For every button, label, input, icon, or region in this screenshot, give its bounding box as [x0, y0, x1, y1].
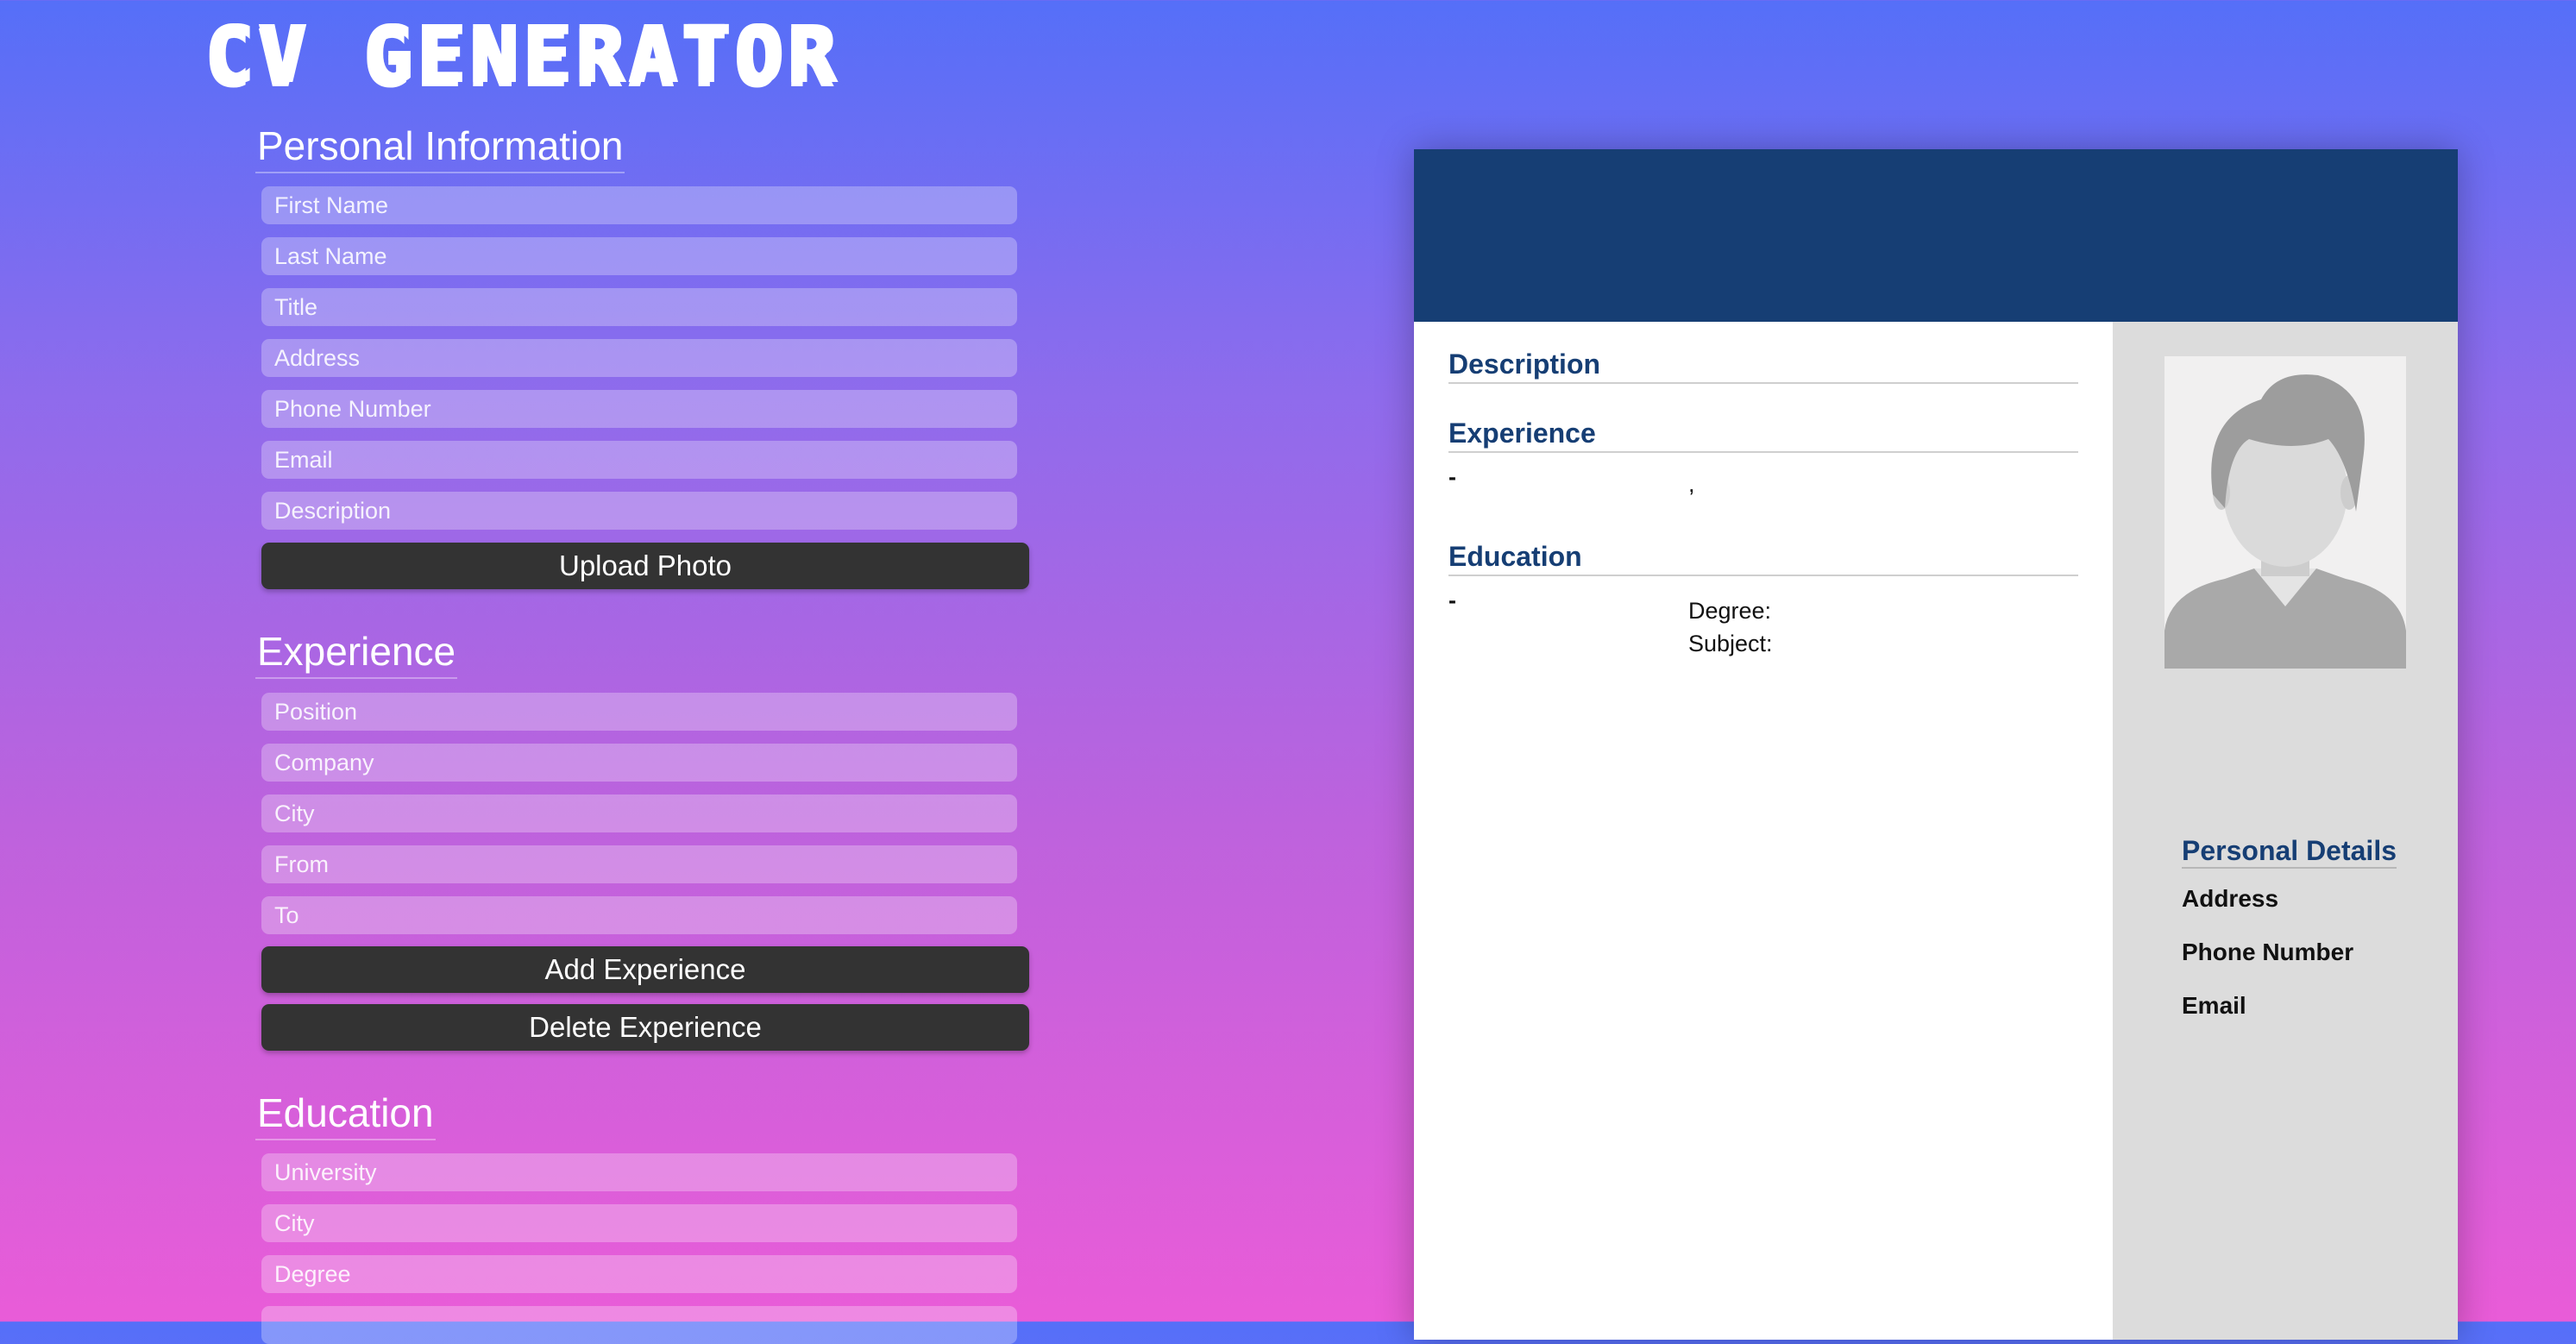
app-title: CV GENERATOR: [204, 9, 839, 101]
education-heading: Education: [255, 1089, 436, 1140]
university-input[interactable]: [261, 1153, 1017, 1191]
from-input[interactable]: [261, 845, 1017, 883]
degree-input[interactable]: [261, 1255, 1017, 1293]
experience-city-input[interactable]: [261, 794, 1017, 832]
cv-header: [1414, 149, 2458, 322]
cv-email-label: Email: [2182, 992, 2246, 1019]
first-name-input[interactable]: [261, 186, 1017, 224]
to-input[interactable]: [261, 896, 1017, 934]
cv-address-label: Address: [2182, 885, 2279, 912]
degree-label: Degree:: [1688, 598, 1772, 624]
title-input[interactable]: [261, 288, 1017, 326]
cv-sidebar: Personal Details Address Phone Number Em…: [2113, 322, 2458, 1340]
personal-info-heading: Personal Information: [255, 122, 625, 173]
personal-details-heading: Personal Details: [2182, 834, 2397, 869]
subject-label: Subject:: [1688, 631, 1773, 656]
position-input[interactable]: [261, 693, 1017, 731]
cv-education-heading: Education: [1448, 540, 2078, 576]
email-input[interactable]: [261, 441, 1017, 479]
description-input[interactable]: [261, 492, 1017, 530]
cv-main-column: Description Experience - , Education - D…: [1414, 322, 2113, 1340]
last-name-input[interactable]: [261, 237, 1017, 275]
education-date-dash: -: [1448, 587, 1456, 613]
phone-input[interactable]: [261, 390, 1017, 428]
company-input[interactable]: [261, 744, 1017, 782]
cv-description-heading: Description: [1448, 348, 2078, 384]
avatar-placeholder-icon: [2164, 356, 2406, 669]
experience-date-dash: -: [1448, 464, 1456, 490]
experience-location-comma: ,: [1688, 471, 1695, 497]
cv-phone-label: Phone Number: [2182, 939, 2354, 965]
experience-heading: Experience: [255, 627, 458, 679]
education-city-input[interactable]: [261, 1204, 1017, 1242]
delete-experience-button[interactable]: Delete Experience: [261, 1004, 1029, 1051]
address-input[interactable]: [261, 339, 1017, 377]
add-experience-button[interactable]: Add Experience: [261, 946, 1029, 993]
upload-photo-button[interactable]: Upload Photo: [261, 543, 1029, 589]
subject-input[interactable]: [261, 1306, 1017, 1344]
cv-experience-heading: Experience: [1448, 417, 2078, 453]
cv-preview: Description Experience - , Education - D…: [1414, 149, 2458, 1340]
